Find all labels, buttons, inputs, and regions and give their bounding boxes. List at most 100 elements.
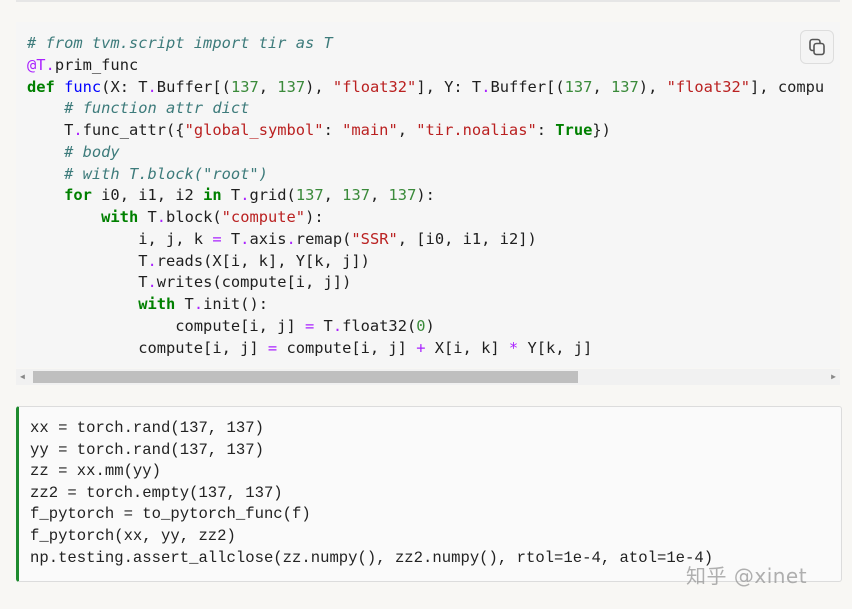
code-token: for bbox=[64, 186, 92, 205]
code-token: compute[i, j] bbox=[27, 338, 268, 357]
code-token: remap( bbox=[295, 229, 352, 248]
code-line: xx = torch.rand(137, 137) bbox=[30, 419, 264, 437]
code-token: . bbox=[286, 229, 296, 248]
code-token: i0, i1, i2 bbox=[91, 186, 204, 205]
code-token: , bbox=[258, 77, 278, 96]
code-token: func bbox=[64, 77, 102, 96]
code-token: prim_func bbox=[54, 55, 139, 74]
code-token: # function attr dict bbox=[64, 99, 250, 118]
code-token: 137 bbox=[295, 186, 324, 205]
code-token: T bbox=[138, 208, 157, 226]
code-token: = bbox=[304, 316, 315, 335]
code-token: : bbox=[323, 121, 343, 139]
code-token: . bbox=[147, 273, 157, 292]
code-token: 137 bbox=[277, 77, 306, 96]
code-token: : bbox=[536, 121, 556, 139]
code-token: "tir.noalias" bbox=[416, 121, 537, 139]
code-token: "float32" bbox=[332, 77, 417, 96]
code-token: # body bbox=[64, 142, 120, 161]
code-token: ], compu bbox=[750, 77, 825, 96]
code-line: compute[i, j] = compute[i, j] + X[i, k] … bbox=[27, 338, 824, 360]
code-token: "SSR" bbox=[351, 229, 398, 248]
code-token: ], Y: T bbox=[416, 77, 482, 96]
code-line: np.testing.assert_allclose(zz.numpy(), z… bbox=[30, 548, 714, 567]
code-token: init(): bbox=[203, 295, 268, 313]
code-token: 137 bbox=[388, 186, 417, 205]
code-token: (X: T bbox=[101, 77, 148, 96]
code-line: # from tvm.script import tir as T bbox=[27, 33, 824, 55]
code-token: "main" bbox=[342, 121, 398, 139]
code-line: with T.block("compute"): bbox=[27, 207, 824, 229]
code-token: T bbox=[314, 316, 333, 335]
code-token: ), bbox=[305, 77, 333, 96]
watermark: 知乎 @xinet bbox=[686, 564, 808, 588]
code-token: def bbox=[27, 77, 55, 96]
scrollbar-thumb[interactable] bbox=[33, 371, 578, 383]
code-line: # with T.block("root") bbox=[27, 164, 824, 186]
scroll-left-arrow-icon[interactable]: ◀ bbox=[20, 372, 25, 381]
code-token: . bbox=[147, 77, 157, 96]
code-token: . bbox=[156, 208, 167, 226]
code-token: ): bbox=[416, 186, 435, 205]
code-token: Buffer[( bbox=[490, 77, 565, 96]
code-token: T bbox=[27, 273, 148, 292]
code-token: . bbox=[45, 55, 55, 74]
code-line: f_pytorch = to_pytorch_func(f) bbox=[30, 505, 311, 524]
code-line: zz2 = torch.empty(137, 137) bbox=[30, 483, 283, 502]
code-token: True bbox=[555, 121, 593, 139]
code-line: zz = xx.mm(yy) bbox=[30, 462, 162, 481]
code-token: 137 bbox=[230, 77, 259, 96]
code-token: T bbox=[221, 229, 241, 248]
code-token: , bbox=[323, 186, 343, 205]
scroll-right-arrow-icon[interactable]: ▶ bbox=[831, 372, 836, 381]
code-line: for i0, i1, i2 in T.grid(137, 137, 137): bbox=[27, 185, 824, 207]
code-line: @T.prim_func bbox=[27, 55, 824, 77]
code-token: 0 bbox=[416, 316, 426, 335]
code-token: grid( bbox=[249, 186, 296, 205]
code-token: 137 bbox=[564, 77, 593, 96]
code-line: T.func_attr({"global_symbol": "main", "t… bbox=[27, 120, 824, 142]
code-token: . bbox=[332, 316, 343, 335]
code-token: "global_symbol" bbox=[184, 121, 324, 139]
code-line: # body bbox=[27, 142, 824, 164]
code-line: with T.init(): bbox=[27, 294, 824, 316]
code-line: compute[i, j] = T.float32(0) bbox=[27, 316, 824, 338]
code-content: # from tvm.script import tir as T @T.prim… bbox=[27, 33, 824, 359]
code-line: i, j, k = T.axis.remap("SSR", [i0, i1, i… bbox=[27, 229, 824, 251]
code-token: }) bbox=[592, 121, 611, 139]
code-token: "compute" bbox=[221, 208, 306, 226]
code-token: ): bbox=[305, 208, 324, 226]
code-line: def func(X: T.Buffer[(137, 137), "float3… bbox=[27, 77, 824, 99]
code-token: "float32" bbox=[666, 77, 751, 96]
code-token: with bbox=[138, 295, 176, 313]
code-token: float32( bbox=[342, 316, 417, 335]
code-token: . bbox=[147, 251, 157, 270]
code-content: xx = torch.rand(137, 137) yy = torch.rand… bbox=[30, 418, 713, 569]
code-token: i, j, k bbox=[27, 229, 213, 248]
code-token: 137 bbox=[342, 186, 370, 205]
code-token: 137 bbox=[610, 77, 639, 96]
code-token: , bbox=[369, 186, 389, 205]
code-line: f_pytorch(xx, yy, zz2) bbox=[30, 526, 236, 545]
code-token: block( bbox=[166, 208, 222, 226]
code-token: X[i, k] bbox=[425, 338, 509, 357]
code-block-pytorch: xx = torch.rand(137, 137) yy = torch.rand… bbox=[16, 406, 842, 582]
code-token: Buffer[( bbox=[156, 77, 231, 96]
code-token: @T bbox=[27, 55, 46, 74]
code-token: = bbox=[267, 338, 278, 357]
code-line: T.writes(compute[i, j]) bbox=[27, 272, 824, 294]
code-token: , [i0, i1, i2]) bbox=[397, 229, 537, 248]
code-token: writes(compute[i, j]) bbox=[156, 273, 352, 292]
copy-button[interactable] bbox=[800, 30, 834, 64]
horizontal-scrollbar[interactable]: ◀ ▶ bbox=[16, 369, 840, 385]
code-token: T bbox=[27, 251, 148, 270]
divider bbox=[16, 0, 840, 2]
code-token: compute[i, j] bbox=[27, 316, 305, 335]
code-token: T bbox=[175, 295, 194, 313]
